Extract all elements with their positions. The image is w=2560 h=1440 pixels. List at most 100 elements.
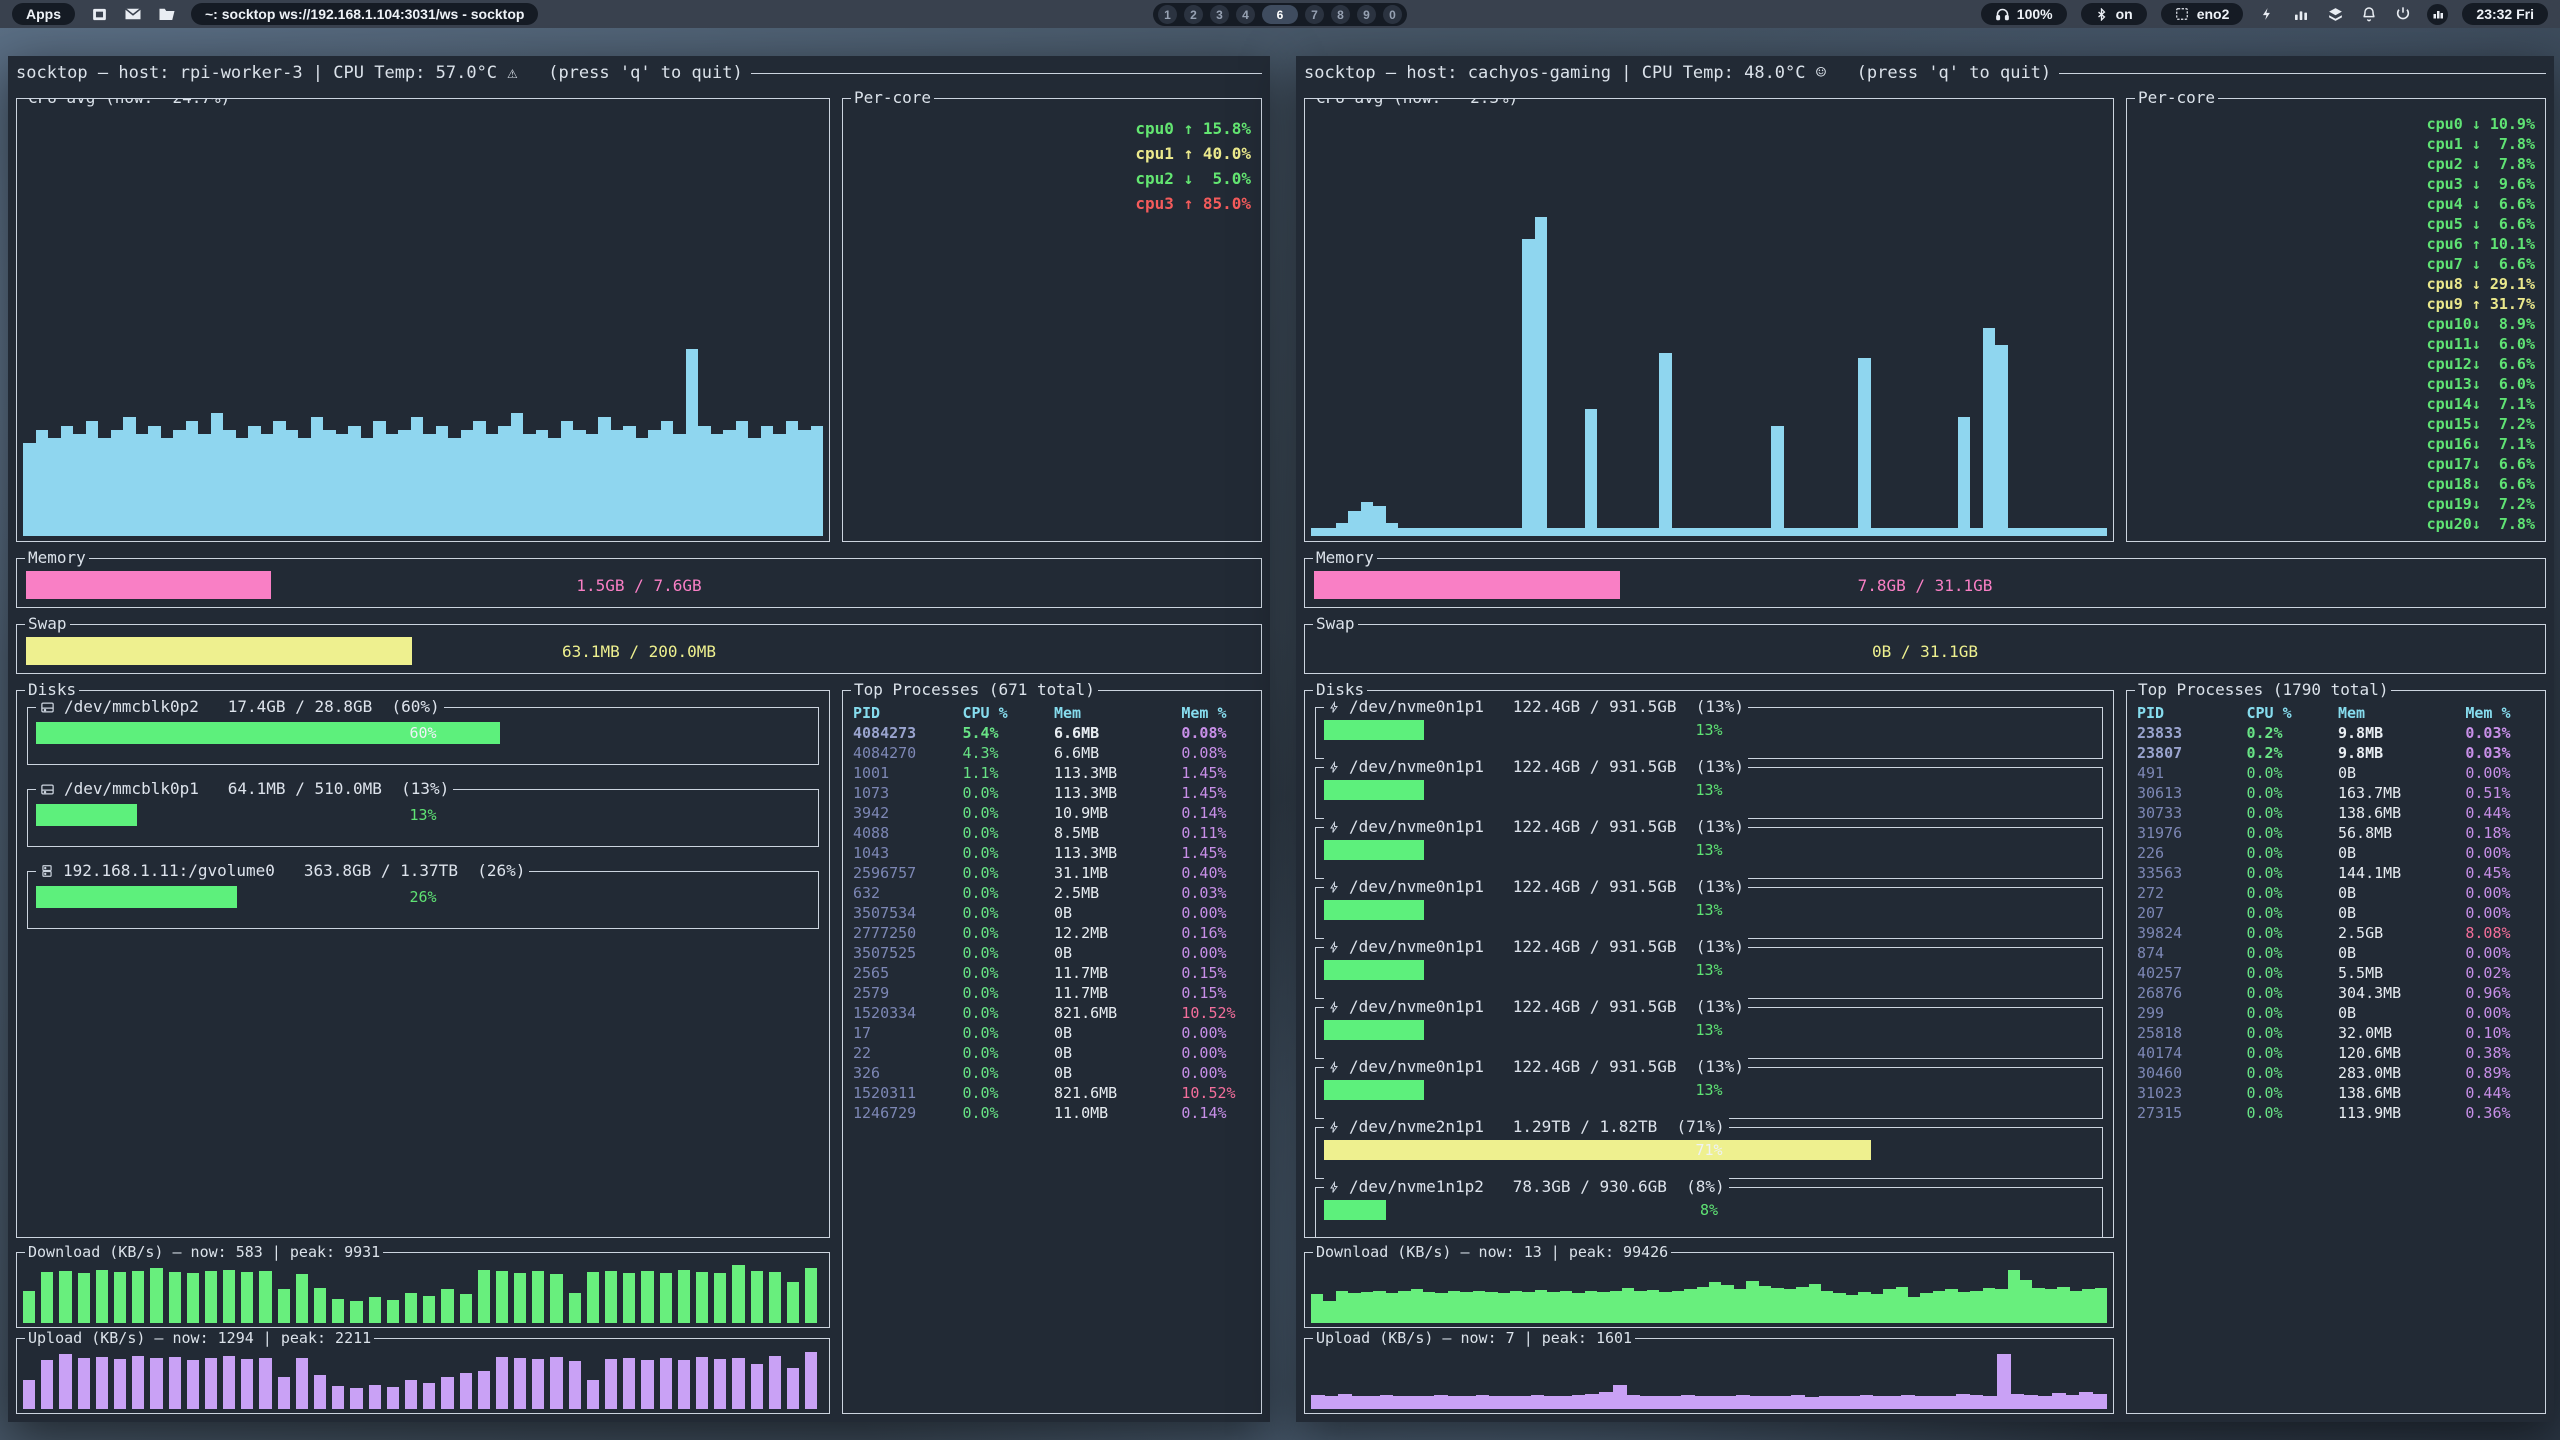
process-row[interactable]: 40842735.4%6.6MB0.08%	[853, 723, 1251, 743]
server-icon	[40, 863, 54, 879]
workspace-button-2[interactable]: 2	[1184, 5, 1203, 24]
upload-chart	[23, 1351, 823, 1409]
core-sparkline	[2137, 157, 2419, 173]
process-row[interactable]: 402570.0%5.5MB0.02%	[2137, 963, 2535, 983]
core-label: cpu20↓ 7.8%	[2427, 515, 2535, 533]
process-row[interactable]: 335630.0%144.1MB0.45%	[2137, 863, 2535, 883]
process-row[interactable]: 10730.0%113.3MB1.45%	[853, 783, 1251, 803]
folder-icon[interactable]	[157, 4, 177, 24]
process-row[interactable]: 310230.0%138.6MB0.44%	[2137, 1083, 2535, 1103]
spark-bar	[548, 438, 561, 536]
process-row[interactable]: 170.0%0B0.00%	[853, 1023, 1251, 1043]
process-row[interactable]: 307330.0%138.6MB0.44%	[2137, 803, 2535, 823]
column-header[interactable]: CPU %	[962, 703, 1054, 723]
spark-bar	[123, 417, 136, 536]
process-row[interactable]: 401740.0%120.6MB0.38%	[2137, 1043, 2535, 1063]
process-cpu: 0.2%	[2246, 723, 2338, 743]
apps-button[interactable]: Apps	[12, 3, 75, 25]
process-row[interactable]: 319760.0%56.8MB0.18%	[2137, 823, 2535, 843]
process-cpu: 0.0%	[962, 1103, 1054, 1123]
clock[interactable]: 23:32 Fri	[2462, 3, 2548, 25]
spark-bar	[461, 430, 474, 536]
column-header[interactable]: PID	[2137, 703, 2246, 723]
layers-icon[interactable]	[2325, 4, 2345, 24]
process-row[interactable]: 398240.0%2.5GB8.08%	[2137, 923, 2535, 943]
spark-bar	[1819, 1396, 1833, 1409]
process-row[interactable]: 35075340.0%0B0.00%	[853, 903, 1251, 923]
process-row[interactable]: 15203110.0%821.6MB10.52%	[853, 1083, 1251, 1103]
bell-icon[interactable]	[2359, 4, 2379, 24]
power-icon[interactable]	[2393, 4, 2413, 24]
process-row[interactable]: 238070.2%9.8MB0.03%	[2137, 743, 2535, 763]
workspace-button-7[interactable]: 7	[1305, 5, 1324, 24]
power-profile-bolt-icon[interactable]	[2257, 4, 2277, 24]
process-row[interactable]: 258180.0%32.0MB0.10%	[2137, 1023, 2535, 1043]
process-row[interactable]: 40880.0%8.5MB0.11%	[853, 823, 1251, 843]
window-title[interactable]: ~: socktop ws://192.168.1.104:3031/ws - …	[191, 3, 538, 25]
column-header[interactable]: Mem %	[2465, 703, 2535, 723]
process-row[interactable]: 40842704.3%6.6MB0.08%	[853, 743, 1251, 763]
bluetooth-indicator[interactable]: on	[2081, 3, 2147, 25]
spark-bar	[273, 421, 286, 536]
spark-bar	[259, 1271, 271, 1323]
workspace-button-9[interactable]: 9	[1357, 5, 1376, 24]
column-header[interactable]: CPU %	[2246, 703, 2338, 723]
workspace-button-4[interactable]: 4	[1236, 5, 1255, 24]
network-indicator[interactable]: eno2	[2161, 3, 2244, 25]
process-row[interactable]: 304600.0%283.0MB0.89%	[2137, 1063, 2535, 1083]
process-row[interactable]: 2260.0%0B0.00%	[2137, 843, 2535, 863]
process-row[interactable]: 6320.0%2.5MB0.03%	[853, 883, 1251, 903]
workspace-button-8[interactable]: 8	[1331, 5, 1350, 24]
window-icon[interactable]	[89, 4, 109, 24]
process-row[interactable]: 15203340.0%821.6MB10.52%	[853, 1003, 1251, 1023]
workspace-button-3[interactable]: 3	[1210, 5, 1229, 24]
process-row[interactable]: 268760.0%304.3MB0.96%	[2137, 983, 2535, 1003]
process-row[interactable]: 27772500.0%12.2MB0.16%	[853, 923, 1251, 943]
mail-icon[interactable]	[123, 4, 143, 24]
volume-indicator[interactable]: 100%	[1981, 3, 2067, 25]
process-row[interactable]: 12467290.0%11.0MB0.14%	[853, 1103, 1251, 1123]
spark-bar	[59, 1354, 71, 1409]
process-pid: 272	[2137, 883, 2246, 903]
process-row[interactable]: 10011.1%113.3MB1.45%	[853, 763, 1251, 783]
process-row[interactable]: 220.0%0B0.00%	[853, 1043, 1251, 1063]
process-row[interactable]: 35075250.0%0B0.00%	[853, 943, 1251, 963]
process-row[interactable]: 25650.0%11.7MB0.15%	[853, 963, 1251, 983]
disk-usage-label: 71%	[1316, 1140, 2102, 1160]
process-row[interactable]: 8740.0%0B0.00%	[2137, 943, 2535, 963]
disk-title: /dev/nvme0n1p1 122.4GB / 931.5GB (13%)	[1324, 818, 1748, 836]
process-mem: 113.3MB	[1054, 783, 1181, 803]
process-row[interactable]: 10430.0%113.3MB1.45%	[853, 843, 1251, 863]
activity-logo-icon[interactable]	[2427, 4, 2448, 25]
spark-bar	[1348, 511, 1360, 537]
workspace-button-1[interactable]: 1	[1158, 5, 1177, 24]
spark-bar	[1627, 1395, 1641, 1409]
terminal-window-cachyos-gaming[interactable]: socktop — host: cachyos-gaming | CPU Tem…	[1296, 56, 2554, 1422]
process-row[interactable]: 3260.0%0B0.00%	[853, 1063, 1251, 1083]
column-header[interactable]: Mem	[2338, 703, 2465, 723]
core-row: cpu11↓ 6.0%	[2137, 333, 2535, 353]
process-row[interactable]: 2720.0%0B0.00%	[2137, 883, 2535, 903]
process-row[interactable]: 2070.0%0B0.00%	[2137, 903, 2535, 923]
spark-bar	[1473, 528, 1485, 537]
spark-bar	[173, 430, 186, 536]
process-row[interactable]: 4910.0%0B0.00%	[2137, 763, 2535, 783]
terminal-window-rpi-worker-3[interactable]: socktop — host: rpi-worker-3 | CPU Temp:…	[8, 56, 1270, 1422]
process-row[interactable]: 238330.2%9.8MB0.03%	[2137, 723, 2535, 743]
process-row[interactable]: 273150.0%113.9MB0.36%	[2137, 1103, 2535, 1123]
column-header[interactable]: Mem %	[1181, 703, 1251, 723]
process-row[interactable]: 39420.0%10.9MB0.14%	[853, 803, 1251, 823]
spark-bar	[1613, 1385, 1627, 1409]
cpu-avg-panel: CPU avg (now: 2.3%)	[1304, 98, 2114, 542]
column-header[interactable]: PID	[853, 703, 962, 723]
process-row[interactable]: 2990.0%0B0.00%	[2137, 1003, 2535, 1023]
signal-bars-icon[interactable]	[2291, 4, 2311, 24]
process-row[interactable]: 25790.0%11.7MB0.15%	[853, 983, 1251, 1003]
workspace-button-6[interactable]: 6	[1262, 5, 1298, 24]
column-header[interactable]: Mem	[1054, 703, 1181, 723]
process-row[interactable]: 306130.0%163.7MB0.51%	[2137, 783, 2535, 803]
spark-bar	[1585, 1291, 1597, 1323]
workspace-button-0[interactable]: 0	[1383, 5, 1402, 24]
process-row[interactable]: 25967570.0%31.1MB0.40%	[853, 863, 1251, 883]
process-mem: 11.7MB	[1054, 983, 1181, 1003]
